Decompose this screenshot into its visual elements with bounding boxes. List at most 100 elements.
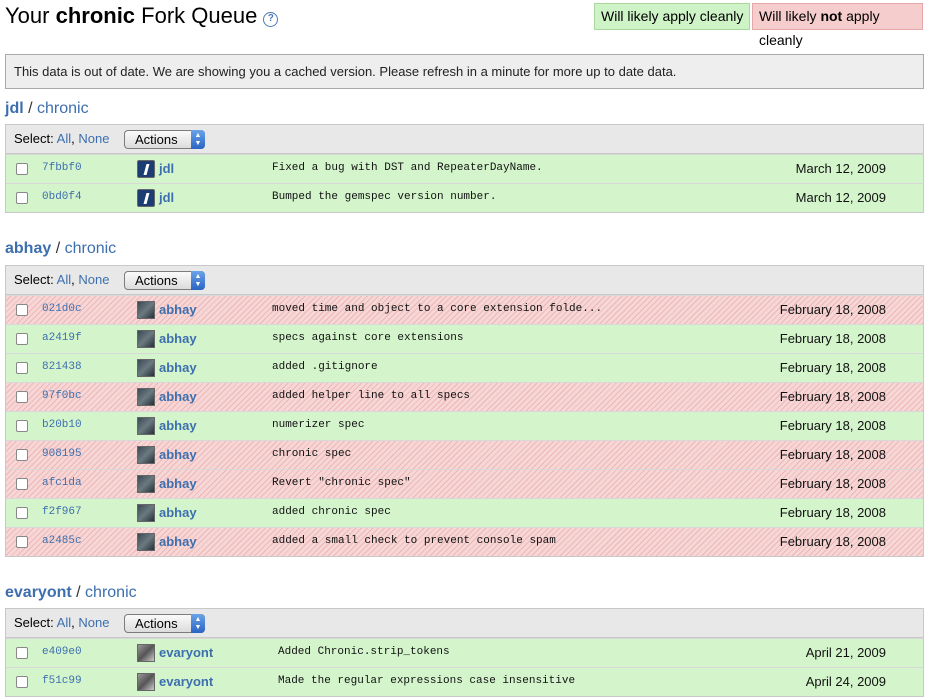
actions-label: Actions [135,273,178,288]
commit-date: February 18, 2008 [779,302,886,317]
commit-checkbox[interactable] [16,478,28,490]
select-all-link[interactable]: All [57,131,71,146]
actions-dropdown[interactable]: Actions ▲ ▼ [124,614,205,633]
commit-message: added .gitignore [272,361,378,373]
commit-checkbox[interactable] [16,391,28,403]
repo-separator: / [23,100,38,117]
repo-owner-link[interactable]: evaryont [5,584,72,601]
commit-sha-link[interactable]: b20b10 [42,419,82,431]
commit-message: Bumped the gemspec version number. [272,191,497,203]
commit-checkbox[interactable] [16,333,28,345]
select-all-link[interactable]: All [57,272,71,287]
help-icon[interactable]: ? [263,12,279,27]
commit-sha-link[interactable]: 908195 [42,448,82,460]
commit-date: February 18, 2008 [779,331,886,346]
select-none-link[interactable]: None [78,272,109,287]
group-toolbar: Select: All, None Actions ▲ ▼ [6,609,923,638]
author-link[interactable]: abhay [159,331,197,346]
author-link[interactable]: abhay [159,360,197,375]
repo-heading: evaryont / chronic [5,583,137,603]
commit-sha-link[interactable]: e409e0 [42,646,82,658]
commit-message: Added Chronic.strip_tokens [278,646,450,658]
commit-checkbox[interactable] [16,163,28,175]
commit-checkbox[interactable] [16,304,28,316]
commit-date: April 24, 2009 [805,674,886,689]
legend-clean: Will likely apply cleanly [594,3,751,30]
commit-sha-link[interactable]: 0bd0f4 [42,191,82,203]
commit-message: numerizer spec [272,419,365,431]
author-link[interactable]: abhay [159,447,197,462]
select-none-link[interactable]: None [78,615,109,630]
repo-name-link[interactable]: chronic [65,240,117,257]
author-link[interactable]: evaryont [159,674,213,689]
commit-checkbox[interactable] [16,676,28,688]
commit-sha-link[interactable]: afc1da [42,477,82,489]
commit-sha-link[interactable]: 821438 [42,361,82,373]
commit-row: b20b10 abhay numerizer spec February 18, 20… [6,411,923,440]
commit-checkbox[interactable] [16,647,28,659]
repo-owner-link[interactable]: abhay [5,240,51,257]
author-link[interactable]: abhay [159,302,197,317]
commit-row: f2f967 abhay added chronic spec February 18… [6,498,923,527]
commit-group: Select: All, None Actions ▲ ▼ e409e0 evaryont… [5,608,924,697]
commit-date: February 18, 2008 [779,389,886,404]
author-link[interactable]: jdl [159,161,174,176]
commit-sha-link[interactable]: 021d0c [42,303,82,315]
legend-dirty: Will likely not apply cleanly [752,3,923,48]
commit-group: Select: All, None Actions ▲ ▼ 7fbbf0 jdl Fixed… [5,124,924,213]
repo-heading: jdl / chronic [5,99,89,119]
commit-sha-link[interactable]: f2f967 [42,506,82,518]
select-none-link[interactable]: None [78,131,109,146]
repo-owner-link[interactable]: jdl [5,100,24,117]
commit-row: 0bd0f4 jdl Bumped the gemspec version numb… [6,183,923,212]
commit-checkbox[interactable] [16,192,28,204]
commit-checkbox[interactable] [16,536,28,548]
commit-sha-link[interactable]: a2419f [42,332,82,344]
actions-dropdown[interactable]: Actions ▲ ▼ [124,271,205,290]
author-link[interactable]: jdl [159,190,174,205]
author-link[interactable]: abhay [159,534,197,549]
commit-date: March 12, 2009 [795,190,886,205]
repo-separator: / [51,240,65,257]
commit-checkbox[interactable] [16,362,28,374]
commit-sha-link[interactable]: f51c99 [42,675,82,687]
commit-checkbox[interactable] [16,449,28,461]
commit-message: chronic spec [272,448,352,460]
commit-checkbox[interactable] [16,420,28,432]
commit-message: added chronic spec [272,506,391,518]
commit-date: February 18, 2008 [779,534,886,549]
avatar [137,504,155,522]
avatar [137,301,155,319]
author-link[interactable]: abhay [159,418,197,433]
actions-label: Actions [135,132,178,147]
title-suffix: Fork Queue [135,3,258,28]
commit-message: specs against core extensions [272,332,464,344]
page-header: Your chronic Fork Queue? Will likely app… [5,2,923,48]
repo-name-link[interactable]: chronic [37,100,89,117]
commit-row: 908195 abhay chronic spec February 18, 2008 [6,440,923,469]
author-link[interactable]: abhay [159,476,197,491]
commit-message: moved time and object to a core extensio… [272,303,603,315]
author-link[interactable]: evaryont [159,645,213,660]
avatar [137,446,155,464]
title-repo: chronic [55,3,136,28]
title-prefix: Your [5,3,56,28]
commit-sha-link[interactable]: 7fbbf0 [42,162,82,174]
cache-notice: This data is out of date. We are showing… [5,54,924,89]
dropdown-arrows-icon: ▲ ▼ [191,614,205,633]
select-label: Select: [14,131,54,146]
author-link[interactable]: abhay [159,389,197,404]
commit-sha-link[interactable]: 97f0bc [42,390,82,402]
select-label: Select: [14,615,54,630]
commit-sha-link[interactable]: a2485c [42,535,82,547]
avatar [137,475,155,493]
commit-date: February 18, 2008 [779,360,886,375]
avatar [137,644,155,662]
select-all-link[interactable]: All [57,615,71,630]
repo-name-link[interactable]: chronic [85,584,137,601]
group-toolbar: Select: All, None Actions ▲ ▼ [6,266,923,295]
commit-checkbox[interactable] [16,507,28,519]
actions-dropdown[interactable]: Actions ▲ ▼ [124,130,205,149]
commit-row: e409e0 evaryont Added Chronic.strip_tokens… [6,638,923,667]
author-link[interactable]: abhay [159,505,197,520]
